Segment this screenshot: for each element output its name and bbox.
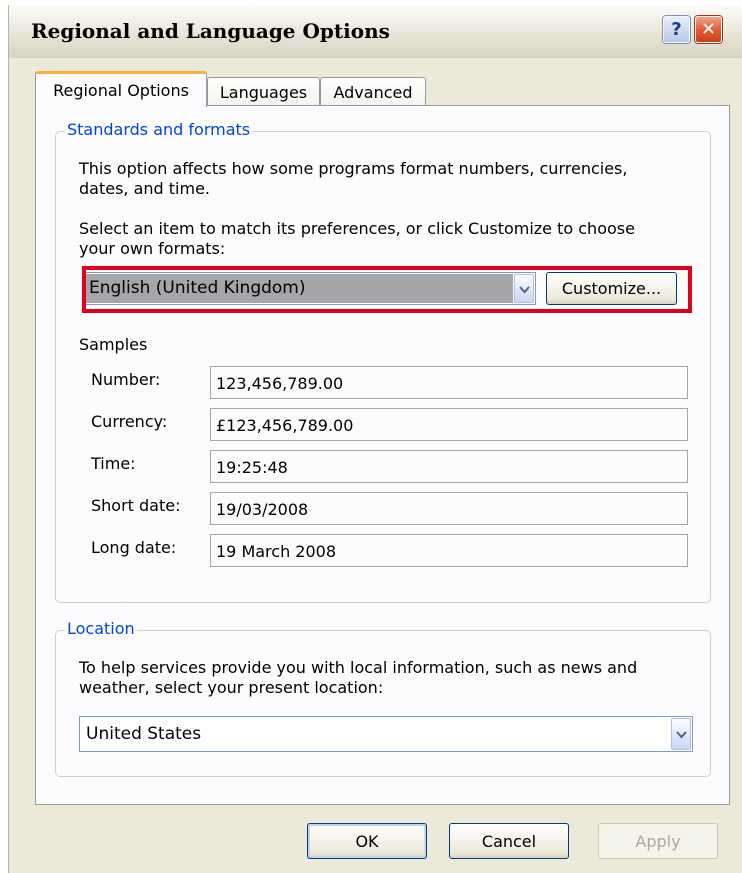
location-select[interactable]: United States (79, 716, 693, 752)
sample-label-currency: Currency: (91, 412, 168, 431)
cancel-label: Cancel (481, 831, 537, 851)
sample-value: 19 March 2008 (216, 542, 337, 561)
tab-advanced[interactable]: Advanced (320, 77, 426, 106)
location-value: United States (86, 724, 202, 744)
description-line: This option affects how some programs fo… (79, 159, 628, 178)
ok-label: OK (355, 831, 379, 851)
regional-language-dialog: Regional and Language Options ? ✕ Region… (8, 5, 742, 873)
tab-languages[interactable]: Languages (207, 77, 320, 106)
location-description: To help services provide you with local … (79, 658, 637, 698)
tab-regional-options[interactable]: Regional Options (35, 71, 207, 107)
window-title: Regional and Language Options (31, 19, 390, 43)
sample-value: 123,456,789.00 (216, 374, 344, 393)
tab-label: Languages (219, 82, 308, 102)
location-legend: Location (65, 619, 137, 638)
sample-value: £123,456,789.00 (216, 416, 354, 435)
tab-label: Regional Options (53, 81, 189, 100)
standards-description: This option affects how some programs fo… (79, 159, 627, 199)
standards-instruction: Select an item to match its preferences,… (79, 219, 635, 259)
sample-label-short-date: Short date: (91, 496, 181, 515)
apply-label: Apply (635, 831, 681, 851)
close-button[interactable]: ✕ (695, 16, 722, 43)
description-line: weather, select your present location: (79, 678, 384, 697)
sample-time-field: 19:25:48 (210, 450, 688, 483)
standards-legend: Standards and formats (65, 120, 253, 139)
chevron-down-icon (675, 724, 687, 744)
ok-button[interactable]: OK (307, 823, 427, 859)
instruction-line: Select an item to match its preferences,… (79, 219, 635, 238)
sample-value: 19/03/2008 (216, 500, 309, 519)
description-line: dates, and time. (79, 179, 211, 198)
help-button[interactable]: ? (663, 16, 690, 43)
sample-label-number: Number: (91, 370, 161, 389)
instruction-line: your own formats: (79, 239, 226, 258)
cancel-button[interactable]: Cancel (449, 823, 569, 859)
help-icon: ? (671, 19, 682, 40)
sample-currency-field: £123,456,789.00 (210, 408, 688, 441)
sample-value: 19:25:48 (216, 458, 288, 477)
sample-number-field: 123,456,789.00 (210, 366, 688, 399)
close-icon: ✕ (700, 19, 717, 40)
location-group (55, 630, 711, 777)
location-dropdown-button[interactable] (671, 718, 691, 750)
samples-heading: Samples (79, 335, 148, 354)
sample-short-date-field: 19/03/2008 (210, 492, 688, 525)
tab-label: Advanced (333, 82, 413, 102)
sample-label-long-date: Long date: (91, 538, 177, 557)
sample-long-date-field: 19 March 2008 (210, 534, 688, 567)
apply-button[interactable]: Apply (598, 823, 718, 859)
description-line: To help services provide you with local … (79, 658, 638, 677)
title-bar[interactable]: Regional and Language Options ? ✕ (9, 5, 742, 58)
annotation-highlight (82, 266, 692, 313)
sample-label-time: Time: (91, 454, 136, 473)
